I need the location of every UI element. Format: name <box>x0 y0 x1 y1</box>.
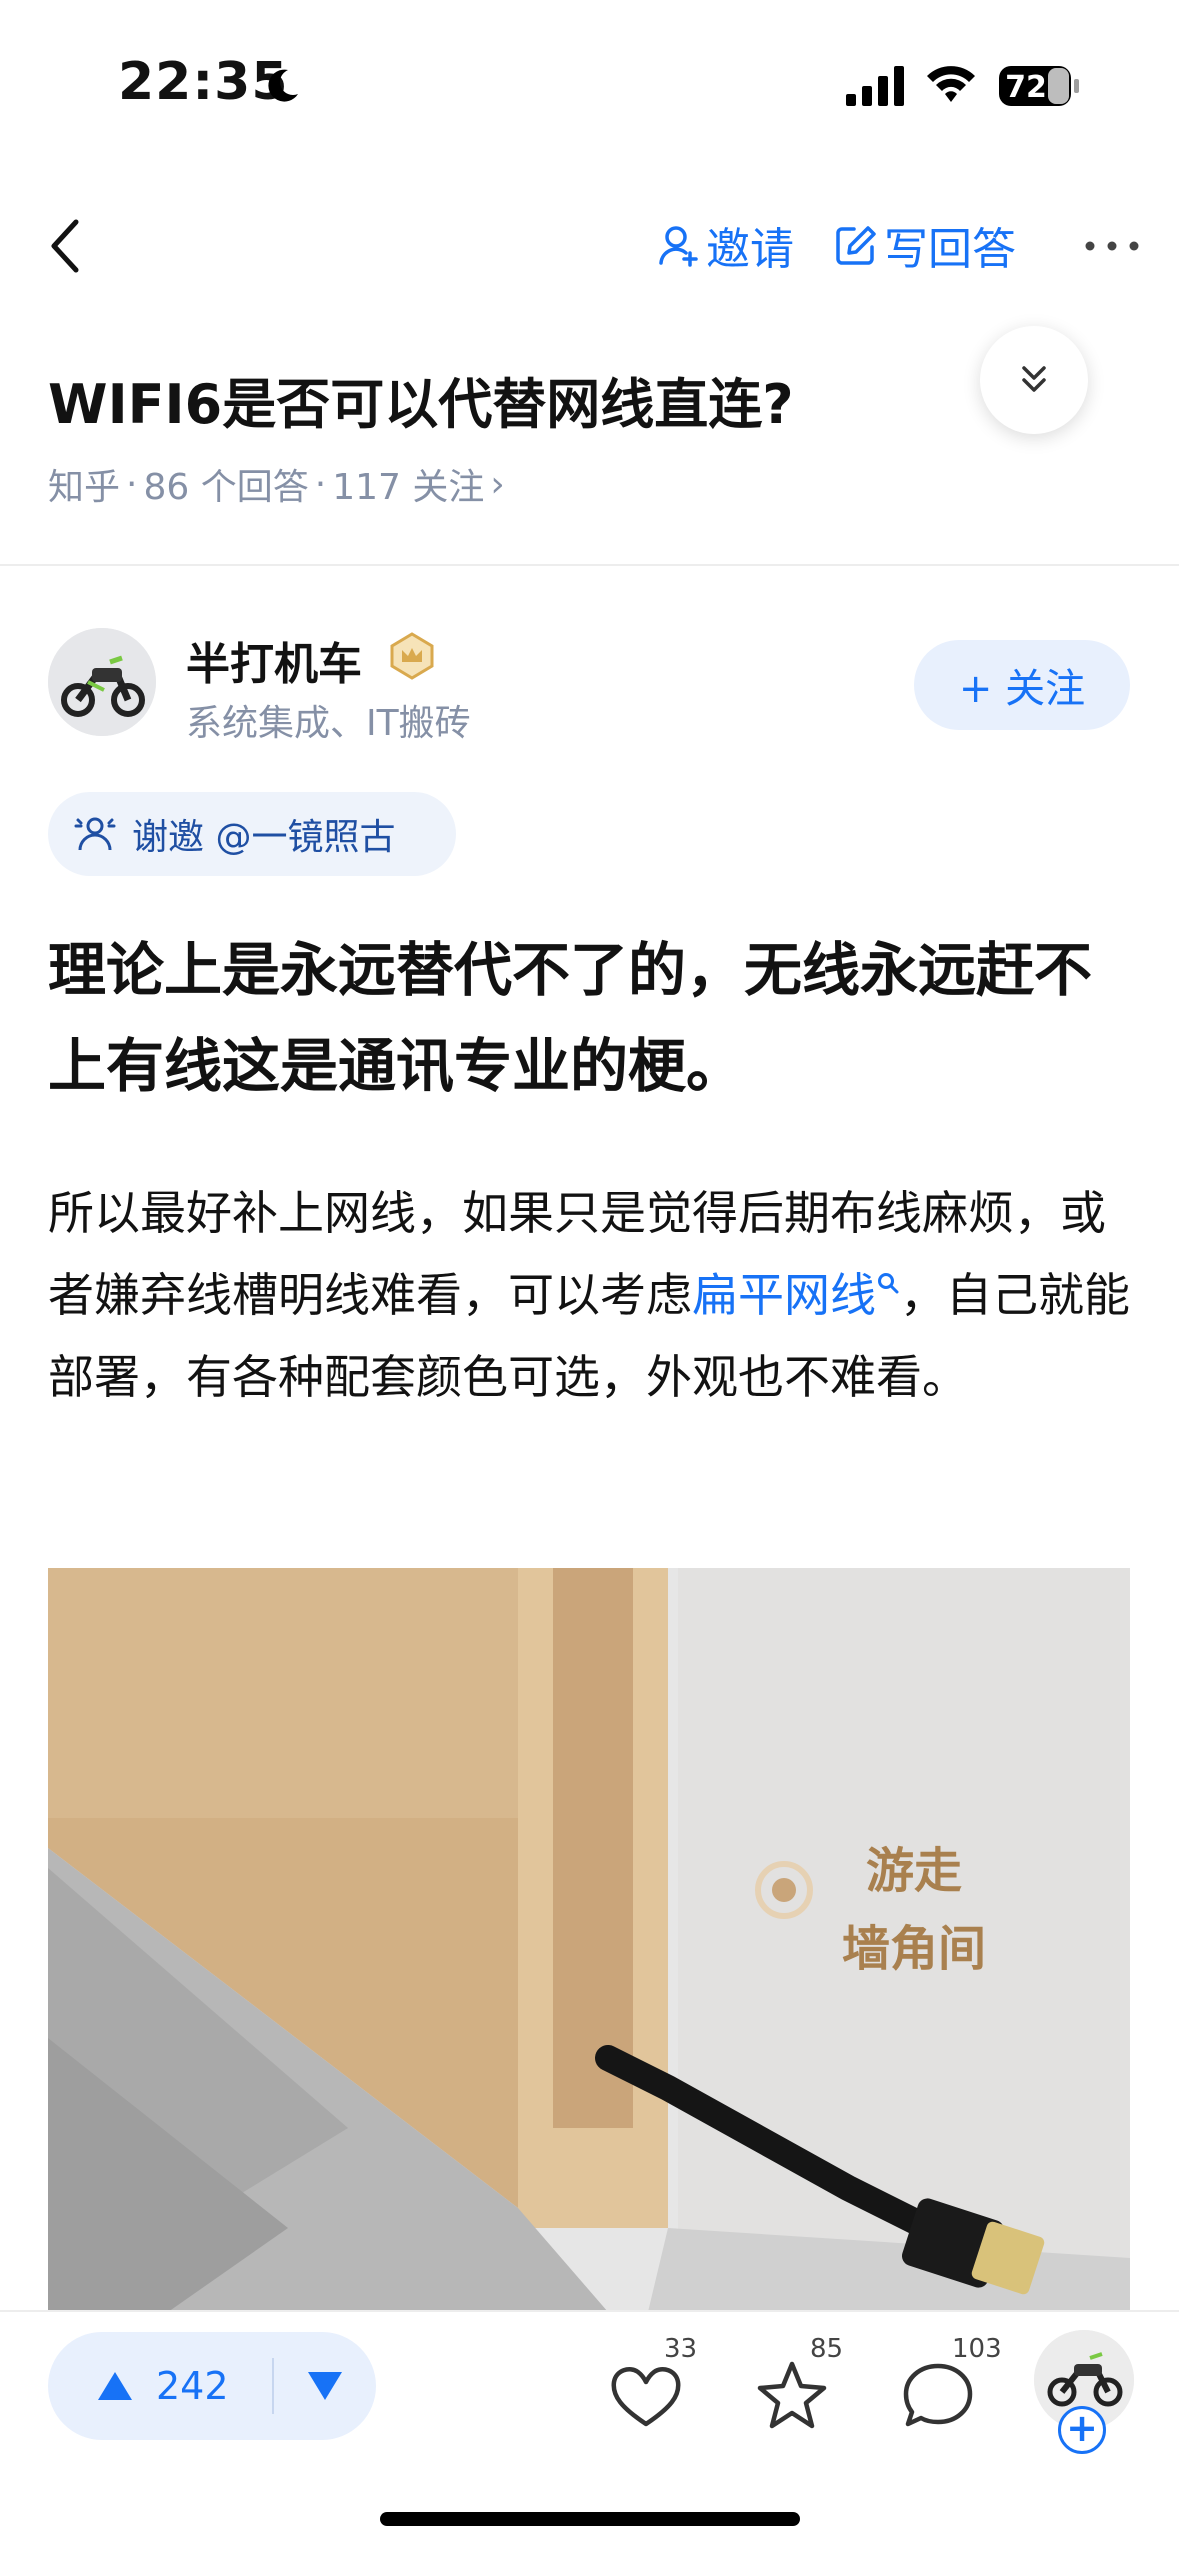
image-overlay-line: 墙角间 <box>842 1921 987 1977</box>
write-answer-button[interactable]: 写回答 <box>834 212 1016 278</box>
thanks-label: 谢邀 @一镜照古 <box>132 817 396 858</box>
double-chevron-down-icon <box>1022 366 1046 392</box>
follow-plus-button[interactable]: + <box>1058 2406 1106 2454</box>
follow-button[interactable]: + 关注 <box>914 640 1130 730</box>
image-overlay-line: 游走 <box>866 1843 963 1899</box>
favorite-count: 85 <box>810 2334 844 2364</box>
invite-button[interactable]: 邀请 <box>656 212 794 278</box>
signal-icon <box>846 66 904 106</box>
downvote-icon <box>308 2372 342 2400</box>
back-icon[interactable] <box>44 214 88 278</box>
comment-icon <box>903 2363 973 2427</box>
comment-button[interactable]: 103 <box>898 2334 1002 2436</box>
meta-separator: · <box>126 463 138 505</box>
upvote-button[interactable]: 242 <box>48 2332 272 2440</box>
search-icon[interactable] <box>876 1271 900 1295</box>
top-nav: 邀请 写回答 <box>0 190 1179 300</box>
collapse-button[interactable] <box>980 326 1088 434</box>
battery-icon: 72 <box>999 66 1079 106</box>
wifi-icon <box>927 66 975 102</box>
more-icon[interactable] <box>1082 226 1142 266</box>
question-title[interactable]: WIFI6是否可以代替网线直连? <box>48 360 794 439</box>
favorite-button[interactable]: 85 <box>752 2334 843 2436</box>
thanks-icon <box>74 817 116 851</box>
motorcycle-avatar-icon <box>48 628 156 736</box>
like-button[interactable]: 33 <box>606 2334 697 2436</box>
meta-separator: · <box>314 463 327 505</box>
thanks-invite-pill[interactable]: 谢邀 @一镜照古 <box>48 792 456 876</box>
upvote-icon <box>98 2372 132 2400</box>
author-bio: 系统集成、IT搬砖 <box>186 703 471 744</box>
chevron-right-icon: › <box>490 463 505 505</box>
status-bar: 22:35 72 <box>0 0 1179 170</box>
search-link[interactable]: 扁平网线 <box>692 1268 876 1322</box>
follow-count: 117 关注 <box>332 467 485 508</box>
heart-icon <box>611 2367 681 2427</box>
divider <box>0 564 1179 566</box>
star-icon <box>757 2361 827 2429</box>
write-answer-label: 写回答 <box>884 224 1016 275</box>
home-indicator <box>380 2512 800 2526</box>
question-source: 知乎 <box>48 467 121 508</box>
upvote-count: 242 <box>156 2364 229 2408</box>
question-meta[interactable]: 知乎 · 86 个回答 · 117 关注 › <box>48 458 511 510</box>
invite-label: 邀请 <box>706 224 794 275</box>
answer-count: 86 个回答 <box>143 467 309 508</box>
image-overlay-text: 游走 墙角间 <box>842 1832 986 1988</box>
like-count: 33 <box>664 2334 698 2364</box>
vote-group: 242 <box>48 2332 376 2440</box>
crown-badge-icon <box>390 632 434 680</box>
author-avatar[interactable] <box>48 628 156 736</box>
downvote-button[interactable] <box>274 2332 376 2440</box>
moon-icon <box>268 69 298 102</box>
author-name[interactable]: 半打机车 <box>186 628 362 692</box>
answer-lead-text: 理论上是永远替代不了的，无线永远赶不上有线这是通讯专业的梗。 <box>48 936 1093 1100</box>
person-add-icon <box>659 226 698 267</box>
comment-count: 103 <box>952 2334 1002 2364</box>
edit-icon <box>836 226 876 265</box>
svg-text:72: 72 <box>1005 70 1047 105</box>
answer-body: 所以最好补上网线，如果只是觉得后期布线麻烦，或者嫌弃线槽明线难看，可以考虑扁平网… <box>48 1172 1138 1418</box>
